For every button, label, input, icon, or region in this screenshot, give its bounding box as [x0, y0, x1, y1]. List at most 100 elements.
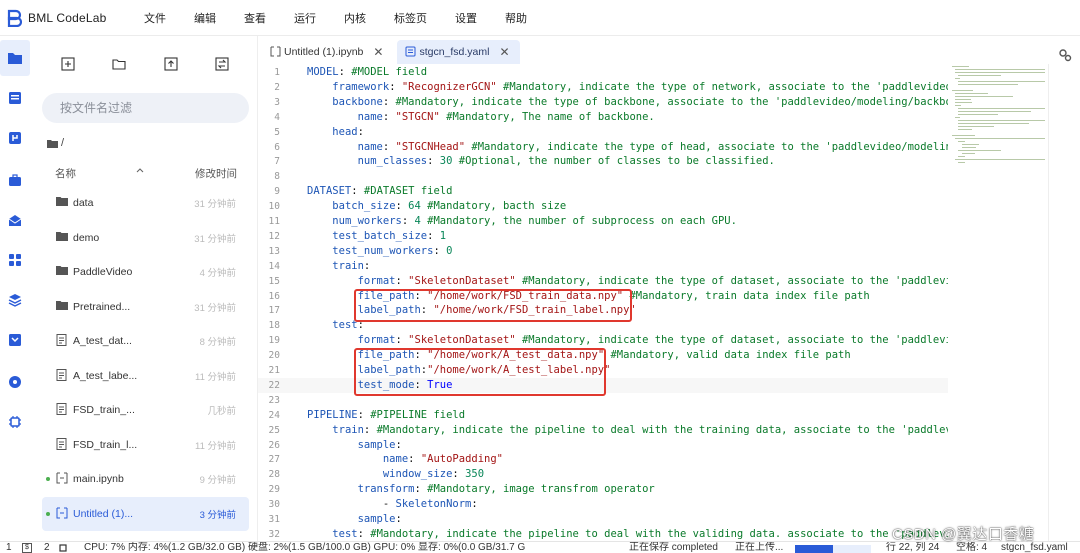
code-line: 32 test: #Mandotary, indicate the pipeli…: [258, 527, 948, 541]
menu-item[interactable]: 内核: [344, 10, 366, 26]
line-number: 18: [268, 320, 280, 332]
file-icon: [56, 334, 67, 346]
file-row[interactable]: A_test_dat... 8 分钟前: [42, 324, 249, 359]
folder-icon: [56, 266, 68, 275]
rail-file-browser-button[interactable]: [0, 40, 30, 76]
minimap-line: [955, 96, 1013, 97]
close-icon[interactable]: ✕: [373, 45, 383, 59]
rail-download-button[interactable]: [5, 330, 25, 350]
file-modified-time: 9 分钟前: [199, 475, 236, 487]
line-text: backbone: #Mandatory, indicate the type …: [332, 95, 948, 108]
code-line: 12 test_batch_size: 1: [258, 229, 948, 244]
file-row[interactable]: Pretrained... 31 分钟前: [42, 290, 249, 325]
file-name: data: [73, 197, 94, 210]
file-row[interactable]: FSD_train_l... 11 分钟前: [42, 428, 249, 463]
editor-tab[interactable]: Untitled (1).ipynb ✕: [262, 40, 393, 64]
yaml-file-icon: [405, 46, 416, 57]
line-number: 29: [268, 484, 280, 496]
new-folder-icon[interactable]: [111, 56, 127, 72]
line-number: 20: [268, 350, 280, 362]
running-indicator: [46, 511, 50, 516]
menu-item[interactable]: 编辑: [194, 10, 216, 26]
line-number: 5: [274, 126, 280, 138]
folder-icon: [47, 139, 58, 148]
file-row[interactable]: main.ipynb 9 分钟前: [42, 462, 249, 497]
file-row[interactable]: FSD_train_... 几秒前: [42, 393, 249, 428]
line-text: name: "AutoPadding": [382, 453, 503, 466]
line-text: train:: [332, 259, 371, 272]
new-file-icon[interactable]: [60, 56, 76, 72]
sort-chevron-up-icon[interactable]: [135, 165, 145, 175]
rail-layers-button[interactable]: [5, 290, 25, 310]
gear-icon[interactable]: [1058, 48, 1072, 62]
code-line: 19 format: "SkeletonDataset" #Mandatory,…: [258, 333, 948, 348]
column-name-header[interactable]: 名称: [55, 166, 76, 181]
refresh-icon[interactable]: [214, 56, 230, 72]
chip-icon: [59, 544, 67, 552]
line-text: train: #Mandotary, indicate the pipeline…: [332, 423, 948, 436]
file-row[interactable]: data 31 分钟前: [42, 186, 249, 221]
file-row[interactable]: demo 31 分钟前: [42, 221, 249, 256]
breadcrumb-path[interactable]: /: [61, 137, 64, 149]
git-icon: [9, 132, 21, 144]
minimap-line: [955, 105, 961, 106]
file-row[interactable]: A_test_labe... 11 分钟前: [42, 359, 249, 394]
file-name: PaddleVideo: [73, 266, 133, 279]
editor-tab[interactable]: stgcn_fsd.yaml ✕: [397, 40, 520, 64]
line-number: 30: [268, 499, 280, 511]
minimap[interactable]: [948, 64, 1048, 174]
code-line: 25 train: #Mandotary, indicate the pipel…: [258, 423, 948, 438]
minimap-line: [955, 102, 973, 103]
dataset-icon: [8, 214, 22, 226]
rail-settings-button[interactable]: [5, 372, 25, 392]
column-time-header[interactable]: 修改时间: [195, 166, 237, 181]
upload-status: 正在上传...: [735, 542, 784, 553]
file-modified-time: 31 分钟前: [194, 302, 236, 314]
menu-item[interactable]: 文件: [144, 10, 166, 26]
menu-item[interactable]: 帮助: [505, 10, 527, 26]
menu-item[interactable]: 查看: [244, 10, 266, 26]
upload-icon[interactable]: [163, 56, 179, 72]
minimap-line: [958, 141, 965, 142]
menu-item[interactable]: 设置: [455, 10, 477, 26]
highlight-box-test-paths: [354, 348, 606, 396]
upload-progress-bar: [795, 545, 871, 553]
file-list-header: 名称 修改时间: [55, 166, 237, 180]
rail-dataset-button[interactable]: [5, 210, 25, 230]
line-number: 28: [268, 469, 280, 481]
file-filter-input[interactable]: [42, 93, 249, 123]
line-text: framework: "RecognizerGCN" #Mandatory, i…: [332, 80, 948, 93]
menu-bar: BML CodeLab 文件 编辑 查看 运行 内核 标签页 设置 帮助: [0, 0, 1080, 36]
line-text: format: "SkeletonDataset" #Mandatory, in…: [357, 334, 948, 347]
rail-toolbox-button[interactable]: [5, 170, 25, 190]
minimap-line: [958, 123, 1029, 124]
line-text: test_batch_size: 1: [332, 229, 447, 242]
minimap-line: [955, 117, 960, 118]
kernel-count[interactable]: 1: [6, 542, 12, 553]
line-number: 27: [268, 454, 280, 466]
running-indicator: [46, 477, 50, 481]
close-icon[interactable]: ✕: [499, 45, 509, 59]
rail-extension-button[interactable]: [5, 250, 25, 270]
file-row[interactable]: PaddleVideo 4 分钟前: [42, 255, 249, 290]
minimap-line: [961, 153, 976, 154]
save-status: 正在保存 completed: [629, 542, 718, 553]
notebook-icon: [270, 46, 281, 57]
notebook-icon: [56, 507, 68, 518]
terminal-count[interactable]: 2: [44, 542, 50, 553]
file-modified-time: 31 分钟前: [194, 233, 236, 245]
code-line: 13 test_num_workers: 0: [258, 244, 948, 259]
menu-item[interactable]: 运行: [294, 10, 316, 26]
rail-git-button[interactable]: [5, 128, 25, 148]
rail-running-button[interactable]: [5, 88, 25, 108]
code-editor[interactable]: 33 sample:32 test: #Mandotary, indicate …: [258, 64, 948, 541]
line-number: 10: [268, 201, 280, 213]
activity-rail: [0, 36, 30, 541]
line-text: num_classes: 30 #Optional, the number of…: [357, 155, 775, 168]
file-row[interactable]: Untitled (1)... 3 分钟前: [42, 496, 249, 531]
rail-chip-button[interactable]: [5, 412, 25, 432]
notebook-icon: [56, 472, 68, 484]
file-name: FSD_train_...: [73, 404, 135, 417]
menu-item[interactable]: 标签页: [394, 10, 427, 26]
minimap-line: [955, 78, 960, 79]
